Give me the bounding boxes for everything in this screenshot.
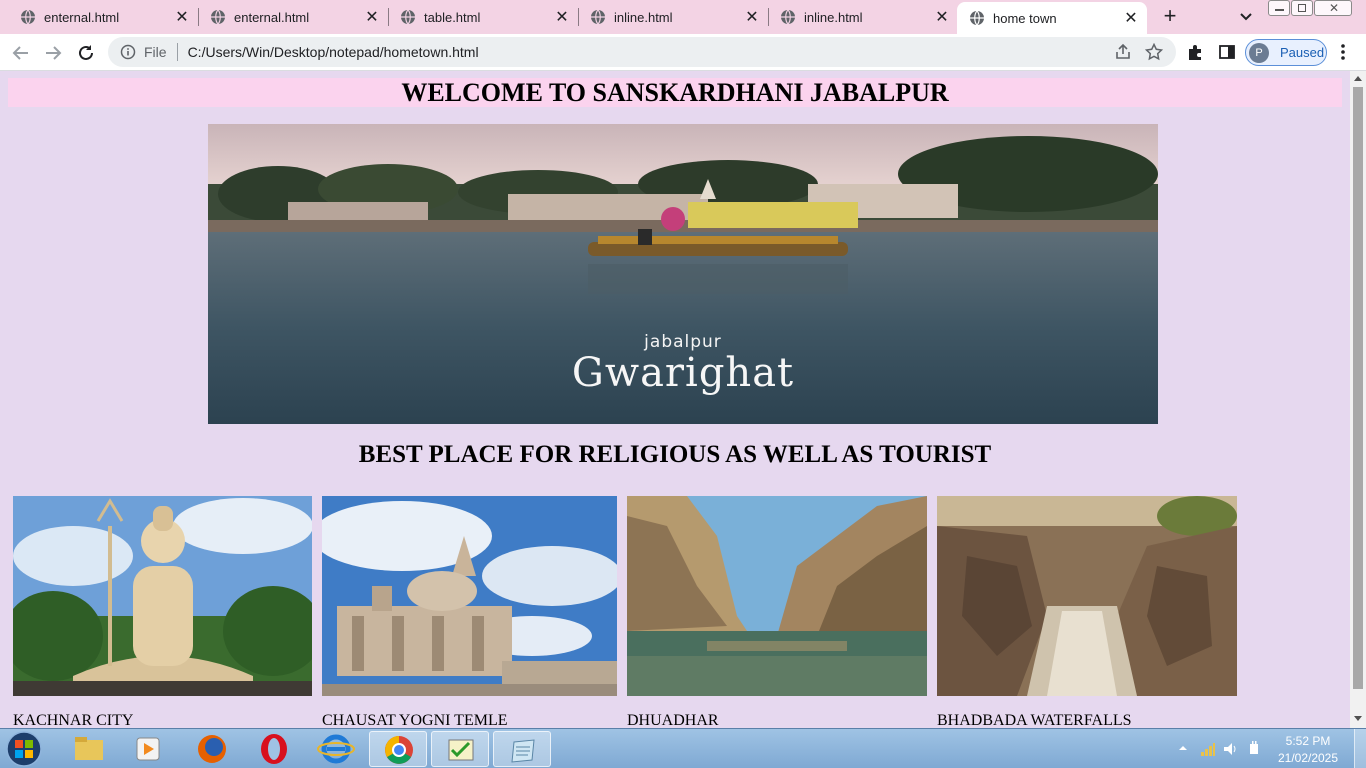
gallery-caption: KACHNAR CITY (13, 712, 134, 728)
globe-icon (591, 9, 605, 25)
restore-button[interactable] (1291, 0, 1313, 16)
browser-toolbar: File C:/Users/Win/Desktop/notepad/hometo… (0, 34, 1366, 71)
page-viewport: WELCOME TO SANSKARDHANI JABALPUR jabalpu… (0, 71, 1350, 728)
globe-icon (211, 9, 225, 25)
close-tab-icon[interactable]: ✕ (172, 7, 192, 27)
close-tab-icon[interactable]: ✕ (362, 7, 382, 27)
opera-icon (261, 734, 287, 764)
tab-title: inline.html (804, 9, 863, 25)
taskbar-file-explorer[interactable] (60, 731, 118, 767)
scroll-down-arrow-icon[interactable] (1354, 716, 1362, 721)
tab-inline-2[interactable]: inline.html ✕ (760, 0, 958, 34)
windows-taskbar: 5:52 PM 21/02/2025 (0, 728, 1366, 768)
gallery-card-dhuadhar: DHUADHAR (627, 496, 927, 728)
close-tab-icon[interactable]: ✕ (552, 7, 572, 27)
dhuadhar-photo (627, 496, 927, 696)
page-scrollbar[interactable] (1350, 71, 1366, 728)
taskbar-checklist-app[interactable] (431, 731, 489, 767)
start-orb-icon[interactable] (4, 730, 44, 768)
checklist-icon (448, 739, 474, 761)
tab-home-town[interactable]: home town ✕ (957, 2, 1147, 34)
chevron-down-icon[interactable] (1236, 6, 1256, 26)
kebab-menu-icon[interactable] (1336, 43, 1350, 61)
close-tab-icon[interactable]: ✕ (932, 7, 952, 27)
tray-expand-arrow-icon[interactable] (1178, 743, 1188, 753)
gallery-card-kachnar-city: KACHNAR CITY (13, 496, 312, 728)
network-signal-icon[interactable] (1200, 741, 1216, 757)
info-icon[interactable] (120, 44, 136, 60)
address-bar[interactable]: File C:/Users/Win/Desktop/notepad/hometo… (108, 37, 1176, 67)
taskbar-notepad[interactable] (493, 731, 551, 767)
close-tab-icon[interactable]: ✕ (1121, 8, 1141, 28)
back-arrow-icon[interactable] (10, 42, 32, 64)
reload-icon[interactable] (75, 42, 97, 64)
tab-enternal-2[interactable]: enternal.html ✕ (190, 0, 388, 34)
taskbar-opera[interactable] (245, 731, 303, 767)
media-player-icon (136, 737, 160, 761)
chausat-yogni-temple-photo (322, 496, 617, 696)
kachnar-city-photo (13, 496, 312, 696)
section-subheading: BEST PLACE FOR RELIGIOUS AS WELL AS TOUR… (358, 441, 992, 468)
share-icon[interactable] (1114, 43, 1132, 61)
firefox-icon (198, 735, 226, 763)
page-title: WELCOME TO SANSKARDHANI JABALPUR (8, 78, 1342, 107)
tab-inline-1[interactable]: inline.html ✕ (570, 0, 768, 34)
taskbar-firefox[interactable] (183, 731, 241, 767)
avatar: P (1249, 42, 1269, 63)
gallery-caption: BHADBADA WATERFALLS (937, 712, 1132, 728)
gallery-card-chausat-yogni: CHAUSAT YOGNI TEMLE (322, 496, 617, 728)
profile-button[interactable]: P Paused (1245, 39, 1327, 66)
folder-icon (75, 737, 103, 760)
chrome-icon (385, 736, 413, 764)
globe-icon (781, 9, 795, 25)
scheme-label: File (144, 44, 167, 60)
clock-time[interactable]: 5:52 PM (1268, 734, 1348, 748)
bookmark-star-icon[interactable] (1145, 43, 1163, 61)
omnibox-divider (176, 43, 178, 61)
minimize-button[interactable] (1268, 0, 1290, 16)
tab-title: home town (993, 10, 1057, 26)
tab-title: table.html (424, 9, 481, 25)
close-tab-icon[interactable]: ✕ (742, 7, 762, 27)
tab-title: enternal.html (44, 9, 120, 25)
hero-image-gwarighat: jabalpur Gwarighat (208, 124, 1158, 424)
window-controls: ✕ (1268, 0, 1358, 18)
tab-enternal-1[interactable]: enternal.html ✕ (0, 0, 198, 34)
scrollbar-thumb[interactable] (1353, 87, 1363, 689)
gallery-card-bhadbada: BHADBADA WATERFALLS (937, 496, 1237, 728)
new-tab-button[interactable]: + (1158, 5, 1182, 29)
side-panel-icon[interactable] (1218, 43, 1236, 61)
volume-icon[interactable] (1222, 741, 1238, 757)
power-plug-icon[interactable] (1246, 741, 1262, 757)
profile-status: Paused (1280, 45, 1325, 60)
url-text[interactable]: C:/Users/Win/Desktop/notepad/hometown.ht… (188, 44, 479, 60)
globe-icon (970, 10, 984, 26)
gallery-caption: CHAUSAT YOGNI TEMLE (322, 712, 508, 728)
gallery-caption: DHUADHAR (627, 712, 719, 728)
taskbar-media-player[interactable] (120, 731, 178, 767)
tab-title: enternal.html (234, 9, 310, 25)
tab-strip: enternal.html ✕ enternal.html ✕ table.ht… (0, 0, 1366, 34)
hero-subtitle: jabalpur (644, 332, 722, 352)
clock-date[interactable]: 21/02/2025 (1268, 751, 1348, 765)
scroll-up-arrow-icon[interactable] (1354, 76, 1362, 81)
taskbar-internet-explorer[interactable] (307, 731, 365, 767)
internet-explorer-icon (317, 734, 355, 764)
globe-icon (21, 9, 35, 25)
tab-table[interactable]: table.html ✕ (380, 0, 578, 34)
hero-title: Gwarighat (571, 350, 795, 396)
tab-title: inline.html (614, 9, 673, 25)
extensions-puzzle-icon[interactable] (1186, 43, 1204, 61)
notepad-icon (511, 739, 535, 763)
globe-icon (401, 9, 415, 25)
taskbar-chrome[interactable] (369, 731, 427, 767)
bhadbada-waterfalls-photo (937, 496, 1237, 696)
close-window-button[interactable]: ✕ (1314, 0, 1352, 16)
show-desktop-button[interactable] (1354, 729, 1366, 768)
forward-arrow-icon[interactable] (42, 42, 64, 64)
